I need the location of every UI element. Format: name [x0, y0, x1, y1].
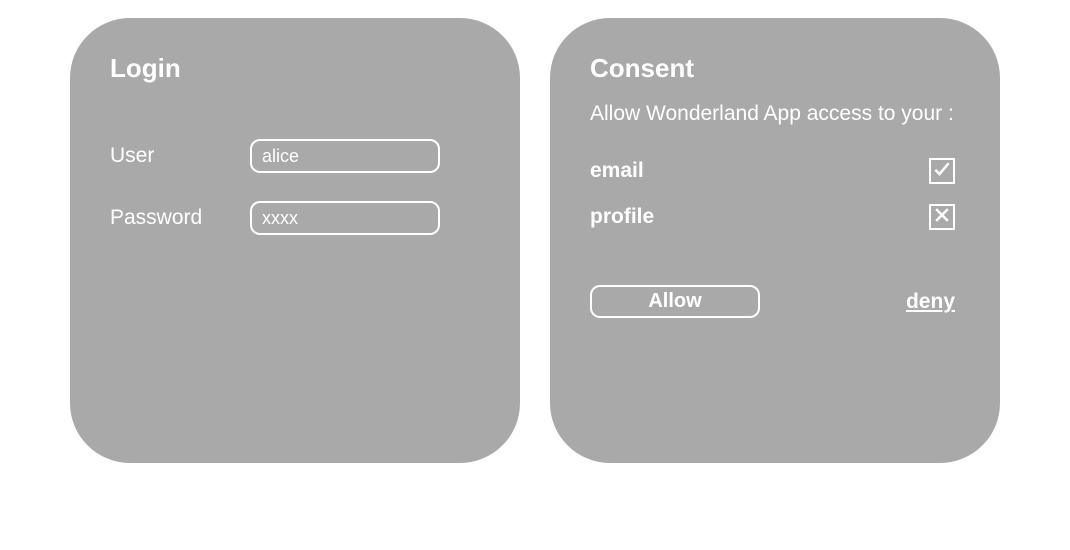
scope-label-email: email	[590, 159, 644, 183]
consent-card: Consent Allow Wonderland App access to y…	[550, 18, 1000, 463]
password-label: Password	[110, 206, 250, 230]
password-field-row: Password	[110, 201, 485, 235]
scope-checkbox-email[interactable]	[929, 158, 955, 184]
deny-link[interactable]: deny	[906, 290, 955, 314]
consent-prompt: Allow Wonderland App access to your :	[590, 99, 965, 128]
scope-row-profile: profile	[590, 204, 965, 230]
consent-button-row: Allow deny	[590, 285, 965, 318]
x-icon	[932, 205, 952, 230]
consent-title: Consent	[590, 53, 965, 84]
user-field-row: User	[110, 139, 485, 173]
login-title: Login	[110, 53, 485, 84]
login-card: Login User Password	[70, 18, 520, 463]
check-icon	[932, 159, 952, 184]
password-input[interactable]	[250, 201, 440, 235]
scope-checkbox-profile[interactable]	[929, 204, 955, 230]
user-label: User	[110, 144, 250, 168]
scope-row-email: email	[590, 158, 965, 184]
allow-button[interactable]: Allow	[590, 285, 760, 318]
user-input[interactable]	[250, 139, 440, 173]
scope-label-profile: profile	[590, 205, 654, 229]
